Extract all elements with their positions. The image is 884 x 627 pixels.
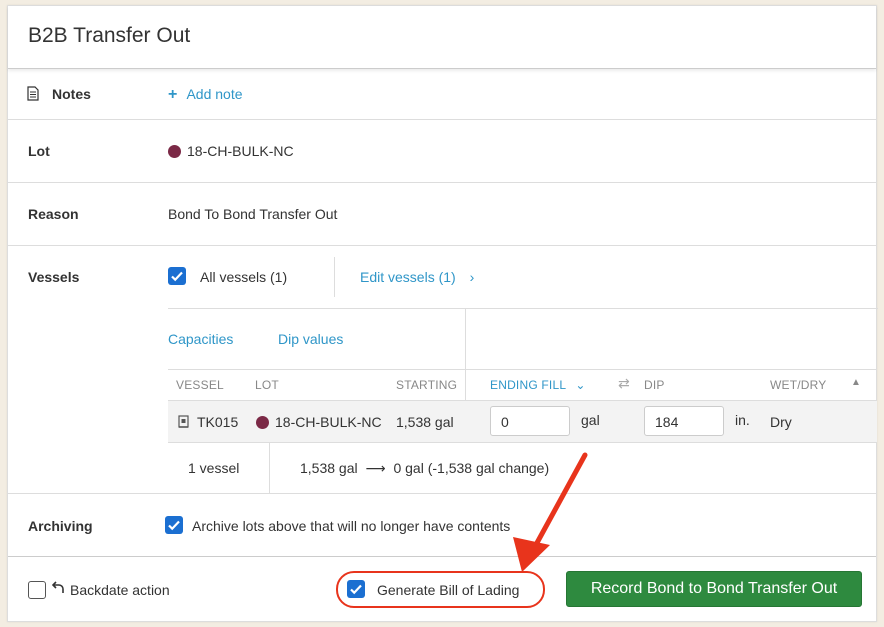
lot-name: 18-CH-BULK-NC <box>187 143 294 159</box>
tab-dip-values[interactable]: Dip values <box>278 331 343 347</box>
vessels-label: Vessels <box>28 269 80 285</box>
tab-capacities[interactable]: Capacities <box>168 331 233 347</box>
chevron-down-icon: ⌄ <box>575 378 586 392</box>
footer-divider <box>8 556 876 557</box>
reason-label: Reason <box>28 206 79 222</box>
row-lot-name: 18-CH-BULK-NC <box>275 414 382 430</box>
divider <box>8 245 876 246</box>
swap-icon[interactable]: ⇄ <box>618 375 630 392</box>
all-vessels-checkbox[interactable] <box>168 267 186 285</box>
vessel-tank-icon <box>178 415 189 432</box>
edit-vessels-link[interactable]: Edit vessels (1) › <box>360 269 474 285</box>
ending-fill-unit: gal <box>581 412 600 428</box>
ending-fill-input[interactable]: 0 <box>490 406 570 436</box>
page-title: B2B Transfer Out <box>28 24 191 47</box>
summary-from: 1,538 gal <box>300 460 358 476</box>
summary-to: 0 gal (-1,538 gal change) <box>393 460 550 476</box>
undo-arrow-icon <box>51 581 65 597</box>
chevron-right-icon: › <box>469 269 475 285</box>
row-wet-dry: Dry <box>770 414 792 430</box>
lot-color-dot <box>168 145 181 158</box>
record-transfer-button[interactable]: Record Bond to Bond Transfer Out <box>566 571 862 607</box>
col-ending-fill-label: ENDING FILL <box>490 378 566 392</box>
divider <box>8 493 876 494</box>
archive-lots-label: Archive lots above that will no longer h… <box>192 518 511 534</box>
document-icon <box>27 86 39 104</box>
dip-unit: in. <box>735 412 750 428</box>
divider <box>269 443 270 493</box>
row-starting: 1,538 gal <box>396 414 454 430</box>
bol-label: Generate Bill of Lading <box>377 582 520 598</box>
col-vessel[interactable]: VESSEL <box>176 378 224 392</box>
backdate-checkbox[interactable] <box>28 581 46 599</box>
lot-color-dot <box>256 416 269 429</box>
backdate-label: Backdate action <box>70 582 170 598</box>
divider <box>334 257 335 297</box>
archive-lots-checkbox[interactable] <box>165 516 183 534</box>
add-note-link[interactable]: + Add note <box>168 86 243 104</box>
summary-change: 1,538 gal ⟶ 0 gal (-1,538 gal change) <box>300 460 549 477</box>
col-lot[interactable]: LOT <box>255 378 279 392</box>
add-note-label: Add note <box>186 86 243 102</box>
divider <box>8 119 876 120</box>
row-vessel: TK015 <box>197 414 239 430</box>
sort-up-icon[interactable]: ▲ <box>851 377 861 388</box>
col-ending-fill[interactable]: ENDING FILL ⌄ <box>490 378 586 392</box>
title-bar: B2B Transfer Out <box>8 6 876 69</box>
divider <box>8 182 876 183</box>
transfer-panel: B2B Transfer Out Notes + Add note Lot 18… <box>7 5 878 622</box>
notes-label: Notes <box>52 86 91 102</box>
col-dip[interactable]: DIP <box>644 378 665 392</box>
all-vessels-label: All vessels (1) <box>200 269 288 285</box>
lot-label: Lot <box>28 143 50 159</box>
col-wet-dry[interactable]: WET/DRY <box>770 378 827 392</box>
bol-checkbox[interactable] <box>347 580 365 598</box>
plus-icon: + <box>168 86 178 103</box>
row-lot: 18-CH-BULK-NC <box>256 414 382 430</box>
archiving-label: Archiving <box>28 518 93 534</box>
reason-value: Bond To Bond Transfer Out <box>168 206 338 222</box>
col-starting[interactable]: STARTING <box>396 378 457 392</box>
edit-vessels-label: Edit vessels (1) <box>360 269 456 285</box>
summary-count: 1 vessel <box>188 460 240 476</box>
divider <box>168 308 878 309</box>
arrow-right-icon: ⟶ <box>365 460 386 476</box>
dip-input[interactable]: 184 <box>644 406 724 436</box>
lot-value: 18-CH-BULK-NC <box>168 143 294 159</box>
